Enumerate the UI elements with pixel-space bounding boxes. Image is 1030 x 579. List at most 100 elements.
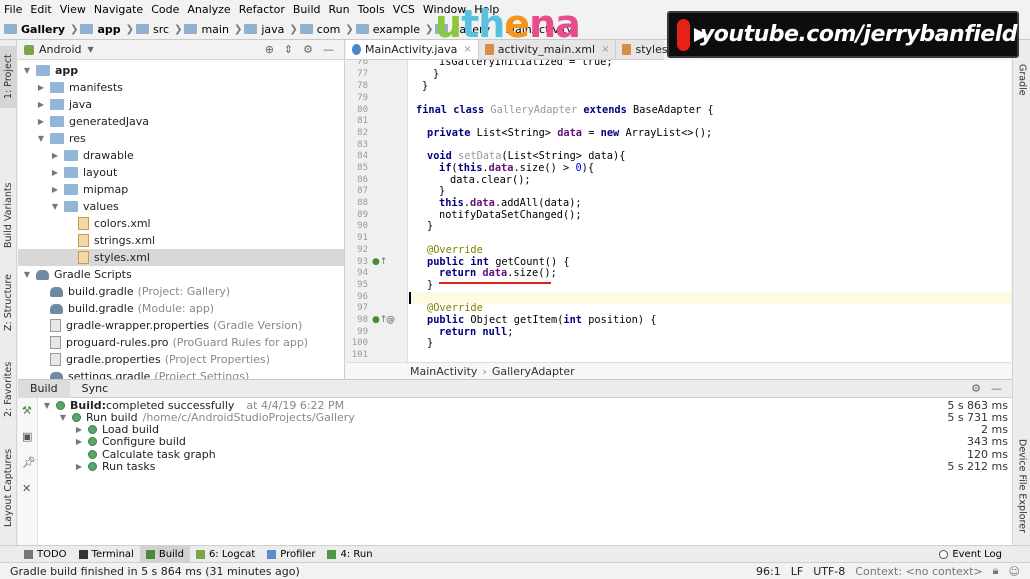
menu-analyze[interactable]: Analyze (183, 0, 234, 19)
inspector-icon[interactable]: ☺ (1009, 565, 1020, 578)
hide-icon[interactable]: — (991, 382, 1002, 395)
profiler-icon (267, 549, 277, 559)
folder-icon (50, 133, 64, 144)
code-line-99: return null; (439, 326, 514, 338)
red-underline-annotation (439, 282, 551, 284)
menu-run[interactable]: Run (325, 0, 354, 19)
project-panel: Android ▼ ⊕ ⇕ ⚙ — ▼ app ▶ manifests ▶ java … (18, 40, 345, 379)
tool-profiler[interactable]: Profiler (261, 546, 321, 563)
tree-item-res[interactable]: ▼ res (18, 130, 344, 147)
file-encoding[interactable]: UTF-8 (813, 565, 845, 578)
code-line-92: @Override (427, 244, 483, 256)
build-row-run-tasks[interactable]: ▶ Run tasks 5 s 212 ms (42, 460, 1010, 473)
tree-item-gradle-properties[interactable]: gradle.properties (Project Properties) (18, 351, 344, 368)
line-number: 98 (357, 315, 368, 325)
folder-icon (299, 24, 313, 34)
tree-item-mipmap[interactable]: ▶ mipmap (18, 181, 344, 198)
editor-breadcrumbs: MainActivity › GalleryAdapter (346, 362, 1011, 379)
lock-icon[interactable]: 🔒︎ (993, 564, 999, 578)
line-number: 89 (357, 210, 368, 220)
menu-vcs[interactable]: VCS (389, 0, 419, 19)
status-message[interactable]: Gradle build finished in 5 s 864 ms (31 … (10, 565, 300, 578)
close-icon[interactable]: × (601, 44, 609, 55)
success-icon (72, 412, 81, 422)
toggle-view-icon[interactable]: ▣ (22, 430, 32, 443)
close-icon[interactable]: ✕ (22, 482, 31, 495)
tree-item-build-gradle-project[interactable]: build.gradle (Project: Gallery) (18, 283, 344, 300)
tree-item-manifests[interactable]: ▶ manifests (18, 79, 344, 96)
tool-tab-project[interactable]: 1: Project (0, 46, 17, 108)
tool-tab-structure[interactable]: Z: Structure (0, 272, 17, 334)
run-icon (327, 549, 337, 559)
todo-icon (24, 549, 33, 559)
project-view-selector[interactable]: Android (39, 43, 82, 56)
editor-crumb-galleryadapter[interactable]: GalleryAdapter (492, 365, 575, 378)
tab-sync[interactable]: Sync (70, 380, 121, 398)
xml-file-icon (78, 234, 89, 247)
caret-position[interactable]: 96:1 (756, 565, 781, 578)
breadcrumb-com[interactable]: com ❯ (299, 23, 354, 36)
tree-item-gradle-wrapper[interactable]: gradle-wrapper.properties (Gradle Version… (18, 317, 344, 334)
tree-item-drawable[interactable]: ▶ drawable (18, 147, 344, 164)
tree-item-app[interactable]: ▼ app (18, 62, 344, 79)
editor-crumb-mainactivity[interactable]: MainActivity (410, 365, 477, 378)
collapse-icon[interactable]: ⇕ (284, 43, 293, 56)
hide-icon[interactable]: — (323, 43, 334, 56)
tool-tab-layout-captures[interactable]: Layout Captures (0, 440, 17, 535)
tool-build[interactable]: Build (139, 545, 190, 563)
tool-tab-device-file-explorer[interactable]: Device File Explorer (1013, 430, 1030, 542)
tool-tab-build-variants[interactable]: Build Variants (0, 175, 17, 255)
tool-event-log[interactable]: Event Log (933, 546, 1008, 563)
tree-item-styles-xml[interactable]: styles.xml (18, 249, 344, 266)
pin-icon[interactable]: 📌︎ (22, 456, 36, 469)
build-row-configure-build[interactable]: ▶ Configure build 343 ms (42, 435, 1010, 448)
sync-icon[interactable]: ⊕ (265, 43, 274, 56)
breadcrumb-app[interactable]: app ❯ (80, 23, 134, 36)
menu-edit[interactable]: Edit (26, 0, 55, 19)
build-row-load-build[interactable]: ▶ Load build 2 ms (42, 423, 1010, 436)
menu-code[interactable]: Code (147, 0, 183, 19)
breadcrumb-gallery[interactable]: Gallery ❯ (4, 23, 78, 36)
gear-icon[interactable]: ⚙ (971, 382, 981, 395)
menu-refactor[interactable]: Refactor (235, 0, 289, 19)
tool-run[interactable]: 4: Run (321, 546, 378, 563)
tool-tab-gradle[interactable]: Gradle (1013, 56, 1030, 104)
status-bar: Gradle build finished in 5 s 864 ms (31 … (0, 562, 1030, 579)
tool-terminal[interactable]: Terminal (73, 546, 140, 563)
breadcrumb-example[interactable]: example ❯ (355, 23, 433, 36)
menu-file[interactable]: File (0, 0, 26, 19)
build-row-calculate-task-graph[interactable]: Calculate task graph 120 ms (42, 448, 1010, 461)
implements-marker-icon[interactable]: ●↑ (372, 257, 387, 267)
tool-tab-favorites[interactable]: 2: Favorites (0, 358, 17, 420)
tree-item-layout[interactable]: ▶ layout (18, 164, 344, 181)
menu-tools[interactable]: Tools (354, 0, 389, 19)
build-row-completed[interactable]: ▼ Build: completed successfully at 4/4/19 … (42, 399, 1010, 412)
menu-build[interactable]: Build (289, 0, 325, 19)
line-separator[interactable]: LF (791, 565, 803, 578)
breadcrumb-main[interactable]: main ❯ (184, 23, 242, 36)
tree-item-values[interactable]: ▼ values (18, 198, 344, 215)
tool-todo[interactable]: TODO (18, 546, 73, 563)
menu-view[interactable]: View (56, 0, 90, 19)
tree-item-colors-xml[interactable]: colors.xml (18, 215, 344, 232)
tree-item-proguard[interactable]: proguard-rules.pro (ProGuard Rules for ap… (18, 334, 344, 351)
tree-item-build-gradle-module[interactable]: build.gradle (Module: app) (18, 300, 344, 317)
tree-item-gradle-scripts[interactable]: ▼ Gradle Scripts (18, 266, 344, 283)
tab-build[interactable]: Build (18, 379, 70, 398)
tree-item-strings-xml[interactable]: strings.xml (18, 232, 344, 249)
folder-icon (355, 24, 369, 34)
tree-item-settings-gradle[interactable]: settings.gradle (Project Settings) (18, 368, 344, 379)
menu-navigate[interactable]: Navigate (90, 0, 147, 19)
tool-logcat[interactable]: 6: Logcat (190, 546, 261, 563)
tree-item-generatedjava[interactable]: ▶ generatedJava (18, 113, 344, 130)
breadcrumb-java[interactable]: java ❯ (244, 23, 298, 36)
code-line-80: final class GalleryAdapter extends BaseA… (416, 104, 714, 116)
chevron-down-icon[interactable]: ▼ (88, 45, 94, 54)
annotation-at-icon[interactable]: @ (386, 315, 395, 325)
gear-icon[interactable]: ⚙ (303, 43, 313, 56)
code-editor[interactable]: 76 77 78 79 80 81 82 83 84 85 86 87 88 8… (346, 60, 1011, 362)
hammer-icon[interactable]: ⚒ (22, 404, 32, 417)
build-row-run-build[interactable]: ▼ Run build/home/c/AndroidStudioProjects/… (42, 411, 1010, 424)
breadcrumb-src[interactable]: src ❯ (136, 23, 182, 36)
tree-item-java[interactable]: ▶ java (18, 96, 344, 113)
